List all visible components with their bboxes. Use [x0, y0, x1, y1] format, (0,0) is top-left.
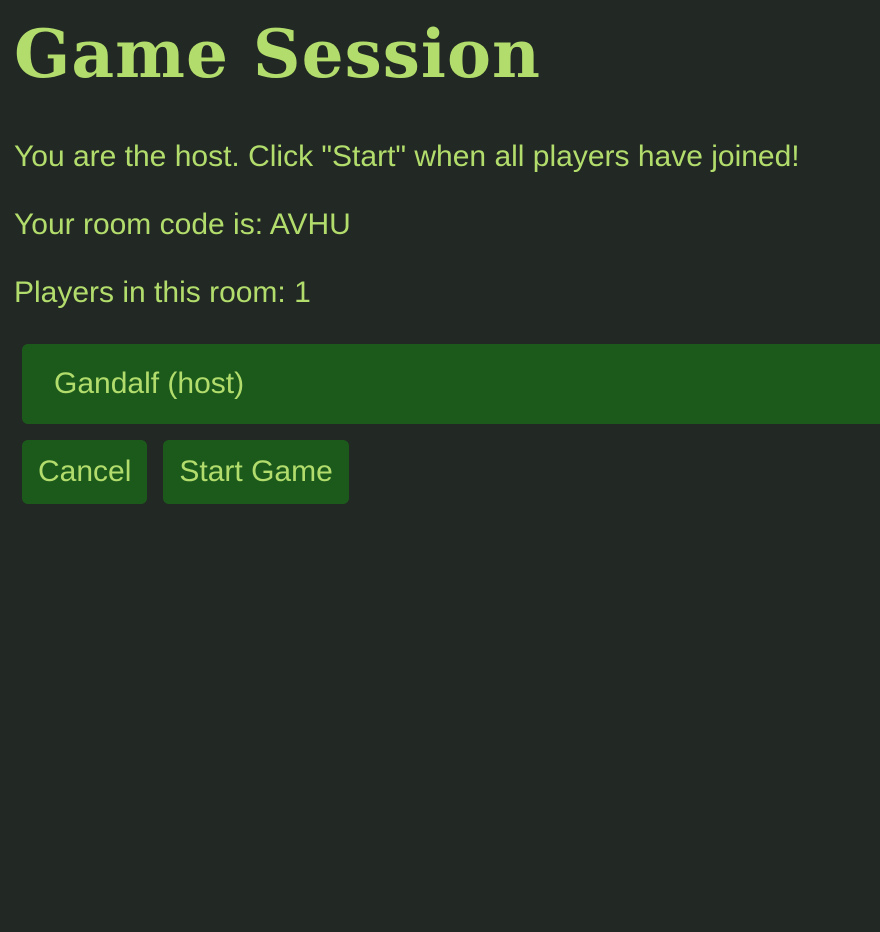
player-count: 1 [294, 276, 311, 309]
start-game-button[interactable]: Start Game [163, 440, 349, 504]
host-instructions: You are the host. Click "Start" when all… [14, 140, 800, 173]
player-count-line: Players in this room: 1 [14, 275, 311, 311]
page-title: Game Session [14, 15, 541, 93]
room-code-label: Your room code is: [14, 208, 264, 241]
player-list: Gandalf (host) [22, 344, 880, 424]
room-code-line: Your room code is: AVHU [14, 207, 351, 243]
list-item: Gandalf (host) [22, 344, 880, 424]
room-code: AVHU [269, 208, 351, 241]
session-actions: Cancel Start Game [22, 440, 349, 504]
cancel-button[interactable]: Cancel [22, 440, 148, 504]
player-count-label: Players in this room: [14, 276, 286, 309]
